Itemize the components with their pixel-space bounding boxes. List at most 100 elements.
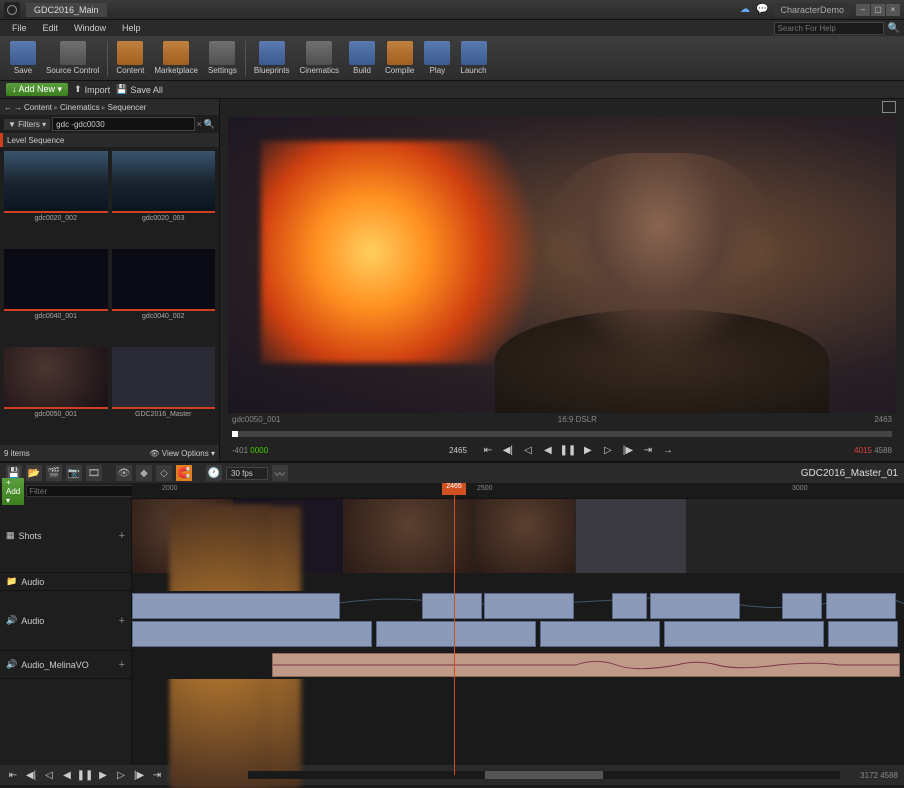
prev-key-icon[interactable]: ◀|: [24, 768, 38, 782]
view-options-button[interactable]: 👁 View Options ▾: [149, 449, 215, 458]
viewport-scrubber[interactable]: [232, 431, 892, 437]
audio-clip[interactable]: [828, 621, 898, 647]
goto-start-icon[interactable]: ⇤: [6, 768, 20, 782]
save-all-button[interactable]: 💾Save All: [116, 84, 163, 95]
play-button[interactable]: Play: [420, 39, 454, 77]
source-control-button[interactable]: Source Control: [42, 39, 103, 77]
shots-track[interactable]: [132, 499, 904, 573]
timeline-ruler[interactable]: 2465 2000 2500 3000: [132, 483, 904, 499]
snap-icon[interactable]: 🧲: [176, 465, 192, 481]
asset-thumbnail[interactable]: gdc0020_003: [112, 151, 216, 245]
audio-clip[interactable]: [422, 593, 482, 619]
step-back-icon[interactable]: ◁: [42, 768, 56, 782]
search-icon[interactable]: 🔍: [204, 119, 215, 130]
audio-clip[interactable]: [272, 653, 900, 677]
step-fwd-icon[interactable]: ▷: [601, 443, 615, 457]
help-search-input[interactable]: [774, 22, 884, 35]
menu-window[interactable]: Window: [66, 23, 114, 33]
window-tab-title[interactable]: GDC2016_Main: [26, 3, 107, 17]
add-audio-button[interactable]: +: [119, 659, 125, 671]
goto-start-icon[interactable]: ⇤: [481, 443, 495, 457]
import-button[interactable]: ⬆Import: [74, 84, 110, 95]
clapper-icon[interactable]: 🎞: [86, 465, 102, 481]
audio-clip[interactable]: [612, 593, 647, 619]
prev-key-icon[interactable]: ◀|: [501, 443, 515, 457]
search-icon[interactable]: 🔍: [888, 23, 900, 34]
audio-clip[interactable]: [650, 593, 740, 619]
pause-icon[interactable]: ❚❚: [78, 768, 92, 782]
playhead[interactable]: 2465: [442, 483, 466, 495]
step-back-icon[interactable]: ◁: [521, 443, 535, 457]
key-icon[interactable]: ◆: [136, 465, 152, 481]
audio-clip[interactable]: [376, 621, 536, 647]
add-audio-button[interactable]: +: [119, 615, 125, 627]
maximize-button[interactable]: ▢: [871, 4, 885, 16]
play-reverse-icon[interactable]: ◀: [60, 768, 74, 782]
cinematic-viewport[interactable]: [228, 117, 896, 413]
breadcrumb-part[interactable]: Cinematics: [60, 103, 100, 112]
audio-clip[interactable]: [132, 621, 372, 647]
content-search-input[interactable]: [52, 117, 194, 131]
asset-thumbnail[interactable]: GDC2016_Master: [112, 347, 216, 441]
audio-clip[interactable]: [132, 593, 340, 619]
timeline[interactable]: 2465 2000 2500 3000: [132, 483, 904, 765]
step-fwd-icon[interactable]: ▷: [114, 768, 128, 782]
loop-icon[interactable]: →: [661, 443, 675, 457]
goto-end-icon[interactable]: ⇥: [150, 768, 164, 782]
audio-clip[interactable]: [484, 593, 574, 619]
goto-end-icon[interactable]: ⇥: [641, 443, 655, 457]
play-reverse-icon[interactable]: ◀: [541, 443, 555, 457]
shot-clip[interactable]: [576, 499, 686, 573]
clear-search-icon[interactable]: ×: [197, 119, 202, 129]
filters-button[interactable]: ▼ Filters ▾: [4, 119, 50, 130]
next-key-icon[interactable]: |▶: [132, 768, 146, 782]
next-key-icon[interactable]: |▶: [621, 443, 635, 457]
nav-back-icon[interactable]: ←: [4, 103, 12, 112]
shots-track-header[interactable]: ▦Shots +: [0, 499, 131, 573]
viewport-layout-icon[interactable]: [882, 101, 896, 113]
marketplace-button[interactable]: Marketplace: [150, 39, 202, 77]
audio-melina-track-header[interactable]: 🔊Audio_MelinaVO +: [0, 651, 131, 679]
content-button[interactable]: Content: [112, 39, 148, 77]
audio-track-header[interactable]: 🔊Audio +: [0, 591, 131, 651]
audio-clip[interactable]: [782, 593, 822, 619]
asset-thumbnail[interactable]: gdc0050_001: [4, 347, 108, 441]
menu-file[interactable]: File: [4, 23, 35, 33]
category-header[interactable]: Level Sequence: [0, 133, 219, 147]
pause-icon[interactable]: ❚❚: [561, 443, 575, 457]
find-icon[interactable]: 📂: [26, 465, 42, 481]
save-button[interactable]: Save: [6, 39, 40, 77]
compile-button[interactable]: Compile: [381, 39, 418, 77]
add-shot-button[interactable]: +: [119, 530, 125, 542]
audio-track[interactable]: [132, 591, 904, 651]
blueprints-button[interactable]: Blueprints: [250, 39, 294, 77]
shot-clip[interactable]: [475, 499, 575, 573]
asset-thumbnail[interactable]: gdc0040_002: [112, 249, 216, 343]
eye-icon[interactable]: 👁: [116, 465, 132, 481]
minimize-button[interactable]: –: [856, 4, 870, 16]
camera-icon[interactable]: 📷: [66, 465, 82, 481]
menu-help[interactable]: Help: [114, 23, 149, 33]
audio-clip[interactable]: [826, 593, 896, 619]
asset-thumbnail[interactable]: gdc0040_001: [4, 249, 108, 343]
clock-icon[interactable]: 🕐: [206, 465, 222, 481]
breadcrumb-part[interactable]: Sequencer: [108, 103, 147, 112]
audio-clip[interactable]: [664, 621, 824, 647]
settings-button[interactable]: Settings: [204, 39, 241, 77]
cinematics-button[interactable]: Cinematics: [295, 39, 343, 77]
autokey-icon[interactable]: ◇: [156, 465, 172, 481]
fps-select[interactable]: 30 fps: [226, 467, 268, 480]
shot-clip[interactable]: [171, 506, 271, 573]
build-button[interactable]: Build: [345, 39, 379, 77]
audio-folder-header[interactable]: 📁Audio: [0, 573, 131, 591]
audio-clip[interactable]: [540, 621, 660, 647]
nav-fwd-icon[interactable]: →: [14, 103, 22, 112]
add-new-button[interactable]: ↓ Add New ▾: [6, 83, 68, 96]
asset-thumbnail[interactable]: gdc0020_002: [4, 151, 108, 245]
timeline-scrollbar[interactable]: [248, 771, 840, 779]
render-icon[interactable]: 🎬: [46, 465, 62, 481]
chat-icon[interactable]: 💬: [756, 4, 768, 15]
launch-button[interactable]: Launch: [456, 39, 490, 77]
track-filter-input[interactable]: [26, 485, 142, 497]
play-forward-icon[interactable]: ▶: [96, 768, 110, 782]
